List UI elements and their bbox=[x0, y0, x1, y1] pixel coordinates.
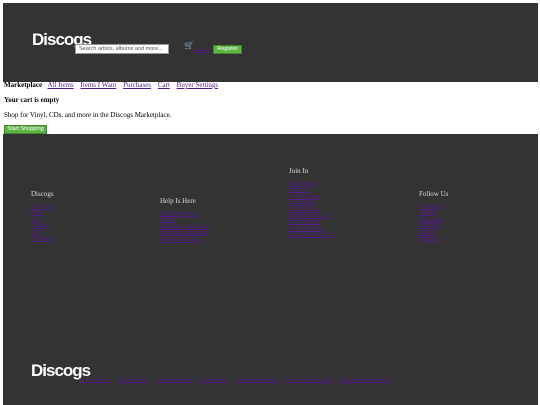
footer-col-title: Help Is Here bbox=[160, 197, 196, 205]
legal-link[interactable]: Accessibility bbox=[200, 377, 229, 383]
legal-link[interactable]: User Agreement bbox=[157, 377, 193, 383]
search-input[interactable]: Search artists, albums and more... bbox=[75, 44, 169, 54]
legal-link[interactable]: Community Guidelines bbox=[340, 377, 392, 383]
marketplace-title: Marketplace bbox=[4, 81, 43, 89]
nav-purchases[interactable]: Purchases bbox=[123, 81, 151, 89]
site-header: Discogs Search artists, albums and more.… bbox=[3, 3, 538, 82]
footer-col-help: Help Is Here Help & Support Forum Databa… bbox=[160, 197, 209, 243]
cart-icon[interactable]: 🛒 bbox=[184, 42, 194, 50]
site-footer: Discogs About Us Blog Jobs Careers API A… bbox=[3, 134, 538, 334]
footer-link[interactable]: Affiliates bbox=[31, 236, 54, 242]
legal-links: Cookie Policy Privacy Policy User Agreem… bbox=[79, 377, 397, 383]
legal-link[interactable]: Cookie Policy bbox=[79, 377, 110, 383]
register-button[interactable]: Register bbox=[213, 45, 242, 54]
footer-col-join: Join In Get Started Sign Up Discogs Plus… bbox=[289, 167, 334, 239]
footer-col-title: Join In bbox=[289, 167, 309, 175]
footer-col-discogs: Discogs About Us Blog Jobs Careers API A… bbox=[31, 190, 54, 242]
footer-col-title: Discogs bbox=[31, 190, 54, 198]
legal-link[interactable]: Cookie Preferences bbox=[236, 377, 279, 383]
legal-link[interactable]: Privacy Policy bbox=[118, 377, 150, 383]
start-shopping-button[interactable]: Start Shopping bbox=[4, 125, 47, 134]
nav-buyer-settings[interactable]: Buyer Settings bbox=[177, 81, 218, 89]
legal-link[interactable]: Do Not Sell My Info bbox=[287, 377, 333, 383]
marketplace-nav: Marketplace All Items Items I Want Purch… bbox=[4, 81, 223, 89]
footer-bottom-bar: Discogs Cookie Policy Privacy Policy Use… bbox=[3, 334, 538, 405]
footer-link[interactable]: Shipping Guidelines bbox=[160, 230, 209, 236]
nav-cart[interactable]: Cart bbox=[158, 81, 170, 89]
footer-col-follow: Follow Us Facebook Twitter Instagram You… bbox=[419, 190, 448, 242]
nav-all-items[interactable]: All Items bbox=[47, 81, 73, 89]
nav-items-i-want[interactable]: Items I Want bbox=[80, 81, 116, 89]
footer-link[interactable]: Advertise With Us bbox=[289, 232, 334, 238]
cart-empty-heading: Your cart is empty bbox=[4, 96, 60, 104]
footer-link[interactable]: Report Violation bbox=[160, 237, 209, 243]
footer-col-title: Follow Us bbox=[419, 190, 449, 198]
footer-link[interactable]: Pinterest bbox=[419, 236, 448, 242]
login-link[interactable]: Log In bbox=[194, 47, 210, 53]
shop-description: Shop for Vinyl, CDs, and more in the Dis… bbox=[4, 111, 172, 119]
